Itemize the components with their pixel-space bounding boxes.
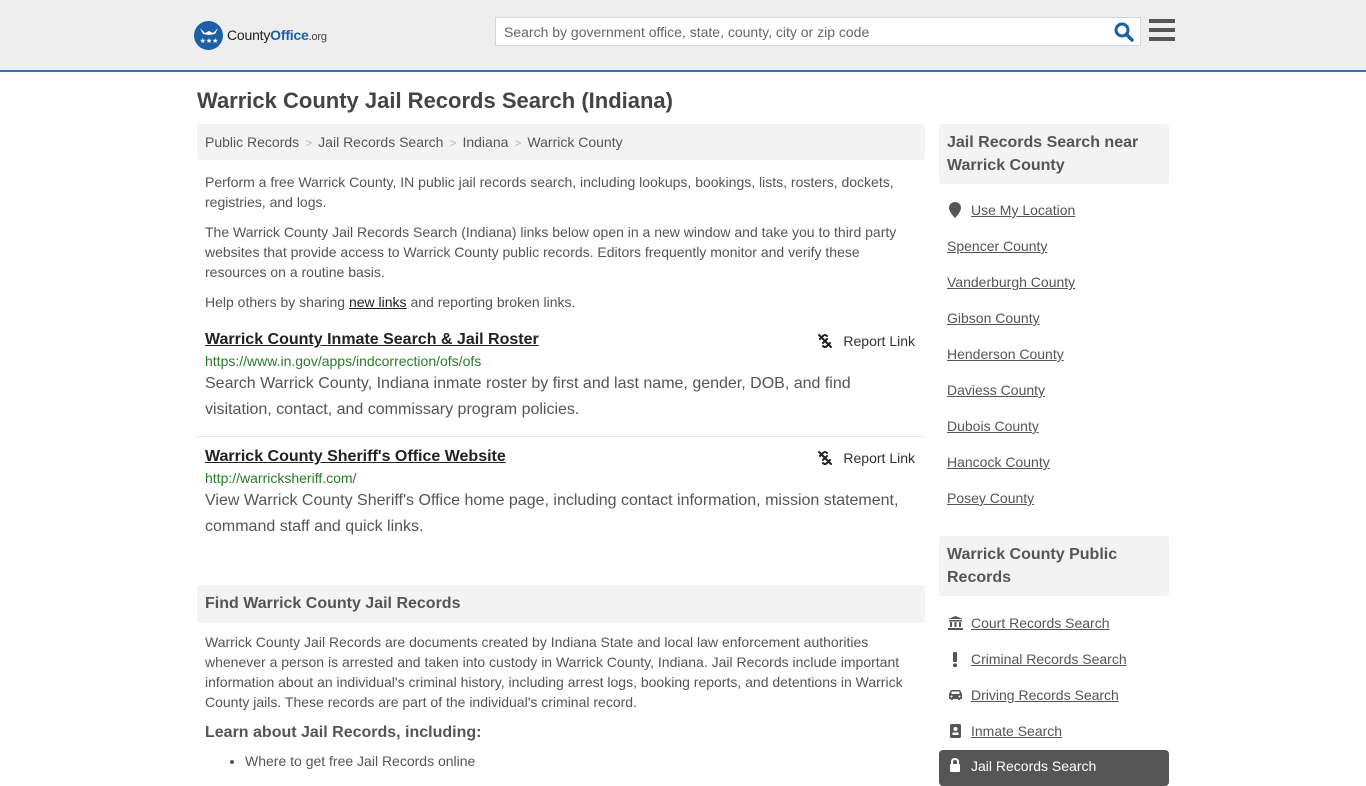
resource-entry: Warrick County Inmate Search & Jail Rost… bbox=[197, 331, 925, 423]
find-records-body: Warrick County Jail Records are document… bbox=[205, 634, 903, 710]
breadcrumb-indiana[interactable]: Indiana bbox=[462, 134, 508, 150]
public-records-heading: Warrick County Public Records bbox=[939, 536, 1169, 596]
driving-records-link[interactable]: Driving Records Search bbox=[947, 687, 1119, 703]
nearby-county-link[interactable]: Henderson County bbox=[947, 346, 1064, 362]
page-title: Warrick County Jail Records Search (Indi… bbox=[197, 88, 673, 113]
intro-text: Perform a free Warrick County, IN public… bbox=[205, 172, 917, 322]
search-box bbox=[495, 17, 1141, 46]
nearby-county-link[interactable]: Dubois County bbox=[947, 418, 1039, 434]
learn-about-heading: Learn about Jail Records, including: bbox=[205, 724, 482, 741]
breadcrumb-separator: > bbox=[449, 136, 457, 150]
new-links-link[interactable]: new links bbox=[349, 294, 407, 310]
nearby-county-link[interactable]: Hancock County bbox=[947, 454, 1050, 470]
top-header: ★★★ CountyOffice.org bbox=[0, 0, 1366, 72]
court-records-link[interactable]: Court Records Search bbox=[947, 615, 1110, 631]
breadcrumb-separator: > bbox=[514, 136, 522, 150]
courthouse-icon bbox=[947, 616, 963, 630]
use-my-location-link[interactable]: Use My Location bbox=[947, 202, 1075, 218]
report-link-button[interactable]: Report Link bbox=[817, 333, 915, 349]
inmate-search-link[interactable]: Inmate Search bbox=[947, 723, 1062, 739]
criminal-records-link[interactable]: Criminal Records Search bbox=[947, 651, 1127, 667]
intro-paragraph-2: The Warrick County Jail Records Search (… bbox=[205, 224, 897, 280]
resource-title-link[interactable]: Warrick County Inmate Search & Jail Rost… bbox=[205, 331, 539, 349]
list-item: Where to get free Jail Records online bbox=[245, 753, 475, 769]
broken-link-icon bbox=[818, 451, 833, 465]
resource-description: Search Warrick County, Indiana inmate ro… bbox=[205, 375, 851, 418]
nearby-county-link[interactable]: Daviess County bbox=[947, 382, 1045, 398]
resource-entry: Warrick County Sheriff's Office Website … bbox=[197, 448, 925, 540]
broken-link-icon bbox=[818, 334, 833, 348]
lock-icon bbox=[947, 758, 963, 772]
intro-paragraph-3: Help others by sharing new links and rep… bbox=[205, 294, 576, 310]
resource-description: View Warrick County Sheriff's Office hom… bbox=[205, 492, 899, 535]
breadcrumb-public-records[interactable]: Public Records bbox=[205, 134, 299, 150]
report-link-button[interactable]: Report Link bbox=[817, 450, 915, 466]
nearby-county-link[interactable]: Spencer County bbox=[947, 238, 1047, 254]
divider bbox=[197, 436, 925, 437]
nearby-county-link[interactable]: Gibson County bbox=[947, 310, 1040, 326]
find-records-heading: Find Warrick County Jail Records bbox=[197, 585, 925, 623]
breadcrumb: Public Records > Jail Records Search > India… bbox=[197, 124, 925, 160]
resource-url[interactable]: https://www.in.gov/apps/indcorrection/of… bbox=[205, 353, 917, 369]
exclamation-icon bbox=[947, 651, 963, 667]
search-input[interactable] bbox=[496, 18, 1106, 45]
svg-text:★★★: ★★★ bbox=[199, 37, 218, 45]
resource-title-link[interactable]: Warrick County Sheriff's Office Website bbox=[205, 448, 506, 466]
map-marker-icon bbox=[947, 202, 963, 218]
search-icon[interactable] bbox=[1114, 22, 1134, 42]
site-logo[interactable]: ★★★ CountyOffice.org bbox=[194, 20, 327, 50]
jail-records-search-active-link[interactable]: Jail Records Search bbox=[939, 750, 1169, 786]
intro-paragraph-1: Perform a free Warrick County, IN public… bbox=[205, 174, 894, 210]
nearby-county-link[interactable]: Vanderburgh County bbox=[947, 274, 1075, 290]
breadcrumb-jail-records-search[interactable]: Jail Records Search bbox=[318, 134, 443, 150]
resource-url[interactable]: http://warricksheriff.com/ bbox=[205, 470, 917, 486]
nearby-county-link[interactable]: Posey County bbox=[947, 490, 1034, 506]
breadcrumb-separator: > bbox=[305, 136, 313, 150]
nearby-heading: Jail Records Search near Warrick County bbox=[939, 124, 1169, 184]
learn-about-list: Where to get free Jail Records online bbox=[245, 753, 475, 769]
eagle-logo-icon: ★★★ bbox=[194, 20, 223, 50]
hamburger-menu-icon[interactable] bbox=[1149, 19, 1175, 42]
id-badge-icon bbox=[947, 724, 963, 738]
breadcrumb-warrick-county[interactable]: Warrick County bbox=[527, 134, 622, 150]
logo-wordmark: CountyOffice.org bbox=[227, 27, 327, 43]
car-icon bbox=[947, 689, 963, 701]
